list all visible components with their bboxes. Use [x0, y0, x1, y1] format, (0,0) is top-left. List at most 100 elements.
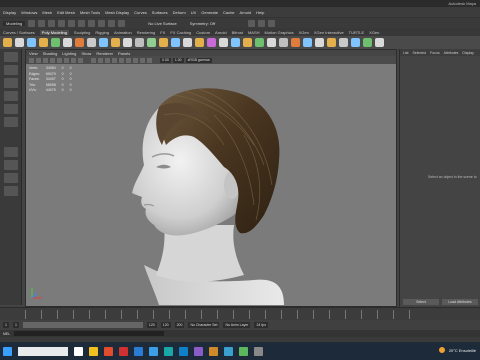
shelf-tab-2[interactable]: Sculpting	[74, 30, 90, 35]
taskbar-app-9-icon[interactable]	[209, 346, 218, 356]
menu-help[interactable]: Help	[256, 10, 264, 15]
character-set-field[interactable]: No Character Set	[188, 322, 220, 328]
snap-curve-icon[interactable]	[108, 19, 116, 27]
menu-mesh-display[interactable]: Mesh Display	[105, 10, 129, 15]
shelf-tool-5-icon[interactable]	[63, 38, 72, 47]
shelf-tool-16-icon[interactable]	[195, 38, 204, 47]
shelf-tool-17-icon[interactable]	[207, 38, 216, 47]
lasso-tool-icon[interactable]	[3, 65, 18, 75]
viewport-menu-lighting[interactable]: Lighting	[62, 51, 76, 56]
scale-tool-icon[interactable]	[3, 117, 18, 127]
paint-select-icon[interactable]	[3, 78, 18, 88]
menu-arnold[interactable]: Arnold	[240, 10, 252, 15]
shelf-tab-3[interactable]: Rigging	[95, 30, 109, 35]
isolate-select-icon[interactable]	[140, 57, 145, 63]
fps-field[interactable]: 24 fps	[254, 322, 268, 328]
gate-mask-icon[interactable]	[78, 57, 83, 63]
viewport-menu-renderer[interactable]: Renderer	[96, 51, 113, 56]
shelf-tab-16[interactable]: XGen	[369, 30, 379, 35]
playback-end-field[interactable]: 120	[160, 322, 171, 328]
time-slider[interactable]	[0, 307, 480, 320]
wireframe-on-shaded-icon[interactable]	[105, 57, 110, 63]
mode-selector[interactable]: Modeling	[3, 20, 26, 26]
menu-display[interactable]: Display	[3, 10, 16, 15]
layout-four-icon[interactable]	[3, 160, 18, 170]
select-tool-icon[interactable]	[3, 52, 18, 62]
shelf-tool-24-icon[interactable]	[291, 38, 300, 47]
exposure-field[interactable]: 0.00	[160, 57, 171, 63]
range-end-field[interactable]: 120	[146, 322, 157, 328]
lights-icon[interactable]	[119, 57, 124, 63]
head-model[interactable]	[104, 75, 284, 305]
shelf-tool-18-icon[interactable]	[219, 38, 228, 47]
shelf-tool-8-icon[interactable]	[99, 38, 108, 47]
shelf-tool-6-icon[interactable]	[75, 38, 84, 47]
anim-layer-field[interactable]: No Anim Layer	[223, 322, 251, 328]
outliner-icon[interactable]	[3, 186, 18, 196]
menu-deform[interactable]: Deform	[173, 10, 186, 15]
menu-uv[interactable]: UV	[191, 10, 197, 15]
attr-tab-list[interactable]: List	[403, 51, 408, 55]
textured-icon[interactable]	[112, 57, 117, 63]
weather-text[interactable]: 20°C Ensoleillé	[449, 348, 476, 353]
camera-icon[interactable]	[29, 57, 34, 63]
menu-surfaces[interactable]: Surfaces	[152, 10, 168, 15]
attr-tab-display[interactable]: Display	[462, 51, 473, 55]
shelf-tab-6[interactable]: FX	[160, 30, 165, 35]
menu-generate[interactable]: Generate	[201, 10, 218, 15]
shelf-tool-3-icon[interactable]	[39, 38, 48, 47]
windows-start-icon[interactable]	[3, 346, 12, 356]
taskbar-app-12-icon[interactable]	[254, 346, 263, 356]
taskbar-app-10-icon[interactable]	[224, 346, 233, 356]
shelf-tool-31-icon[interactable]	[375, 38, 384, 47]
shelf-tool-13-icon[interactable]	[159, 38, 168, 47]
camera-attr-icon[interactable]	[36, 57, 41, 63]
snap-point-icon[interactable]	[118, 19, 126, 27]
shelf-tool-1-icon[interactable]	[15, 38, 24, 47]
shelf-tab-10[interactable]: Bifrost	[232, 30, 243, 35]
ipr-render-icon[interactable]	[258, 19, 266, 27]
bookmark-icon[interactable]	[43, 57, 48, 63]
shelf-tool-23-icon[interactable]	[279, 38, 288, 47]
load-attributes-button[interactable]: Load Attributes	[442, 299, 478, 305]
select-component-icon[interactable]	[88, 19, 96, 27]
shelf-tool-7-icon[interactable]	[87, 38, 96, 47]
shelf-tool-14-icon[interactable]	[171, 38, 180, 47]
resolution-gate-icon[interactable]	[71, 57, 76, 63]
menu-windows[interactable]: Windows	[21, 10, 37, 15]
shelf-tool-26-icon[interactable]	[315, 38, 324, 47]
shelf-tool-19-icon[interactable]	[231, 38, 240, 47]
shelf-tab-13[interactable]: XGen	[299, 30, 309, 35]
viewport-menu-panels[interactable]: Panels	[118, 51, 130, 56]
gamma-field[interactable]: 1.00	[172, 57, 184, 63]
attr-tab-focus[interactable]: Focus	[430, 51, 440, 55]
start-frame-field[interactable]: 1	[3, 322, 9, 328]
viewport-panel[interactable]: View Shading Lighting Show Renderer Panels 0.…	[25, 49, 397, 307]
shelf-tool-22-icon[interactable]	[267, 38, 276, 47]
menu-mesh-tools[interactable]: Mesh Tools	[80, 10, 100, 15]
menu-cache[interactable]: Cache	[223, 10, 235, 15]
shelf-tool-11-icon[interactable]	[135, 38, 144, 47]
select-button[interactable]: Select	[403, 299, 439, 305]
menu-mesh[interactable]: Mesh	[42, 10, 52, 15]
select-hierarchy-icon[interactable]	[68, 19, 76, 27]
taskbar-app-6-icon[interactable]	[164, 346, 173, 356]
shelf-tab-5[interactable]: Rendering	[137, 30, 155, 35]
open-scene-icon[interactable]	[28, 19, 36, 27]
shelf-tab-9[interactable]: Arnold	[215, 30, 227, 35]
shelf-tab-14[interactable]: XGen Interactive	[314, 30, 344, 35]
xray-icon[interactable]	[147, 57, 152, 63]
wireframe-icon[interactable]	[91, 57, 96, 63]
select-object-icon[interactable]	[78, 19, 86, 27]
shelf-tab-1[interactable]: Poly Modeling	[39, 29, 69, 35]
shelf-tab-0[interactable]: Curves / Surfaces	[3, 30, 35, 35]
shelf-tool-28-icon[interactable]	[339, 38, 348, 47]
shelf-tool-30-icon[interactable]	[363, 38, 372, 47]
range-slider[interactable]	[22, 322, 143, 328]
smooth-shade-icon[interactable]	[98, 57, 103, 63]
shelf-tool-2-icon[interactable]	[27, 38, 36, 47]
color-space-field[interactable]: sRGB gamma	[185, 57, 212, 63]
attr-tab-attributes[interactable]: Attributes	[444, 51, 459, 55]
grid-icon[interactable]	[57, 57, 62, 63]
menu-curves[interactable]: Curves	[134, 10, 147, 15]
